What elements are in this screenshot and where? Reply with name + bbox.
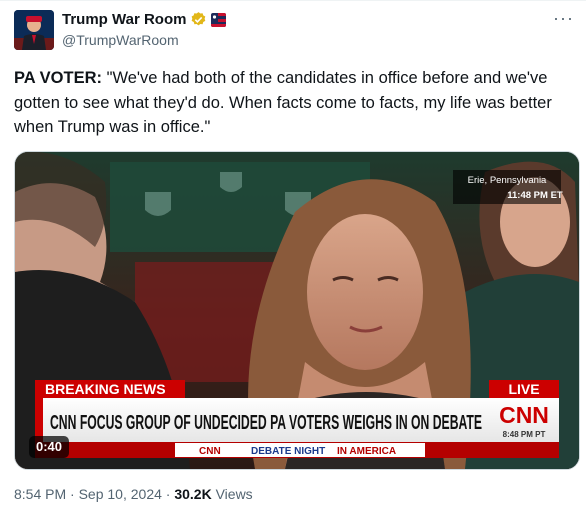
tweet-label: PA VOTER: <box>14 69 103 87</box>
cnn-logo-icon: CNN <box>499 402 549 428</box>
affiliate-badge-icon[interactable] <box>211 12 227 27</box>
meta-separator: · <box>66 486 79 502</box>
video-frame[interactable]: Erie, Pennsylvania 11:48 PM ET BREAKING … <box>15 152 579 469</box>
avatar[interactable] <box>14 10 54 50</box>
video-duration: 0:40 <box>36 439 62 454</box>
more-options-icon[interactable]: ··· <box>553 8 574 29</box>
meta-separator: · <box>161 486 175 502</box>
show-title-b: IN AMERICA <box>337 446 396 457</box>
tweet-time[interactable]: 8:54 PM <box>14 486 66 502</box>
views-label: Views <box>211 486 253 502</box>
tweet-text: PA VOTER: "We've had both of the candida… <box>14 66 580 140</box>
top-divider <box>0 0 586 1</box>
live-label: LIVE <box>508 381 539 397</box>
tweet-date[interactable]: Sep 10, 2024 <box>79 486 162 502</box>
tweet-header: Trump War Room @TrumpWarRoom ··· <box>14 8 574 52</box>
tweet-meta: 8:54 PM · Sep 10, 2024 · 30.2K Views <box>14 486 253 502</box>
display-name[interactable]: Trump War Room <box>62 10 186 29</box>
location-line2: 11:48 PM ET <box>507 190 563 201</box>
location-bug: Erie, Pennsylvania 11:48 PM ET <box>453 170 563 204</box>
show-title-a: DEBATE NIGHT <box>251 446 325 457</box>
show-network: CNN <box>199 446 221 457</box>
breaking-news-label: BREAKING NEWS <box>45 381 166 397</box>
location-line1: Erie, Pennsylvania <box>468 175 547 186</box>
headline-text: CNN FOCUS GROUP OF UNDECIDED PA VOTERS W… <box>50 412 482 434</box>
video-player[interactable]: Erie, Pennsylvania 11:48 PM ET BREAKING … <box>14 151 580 470</box>
views-count: 30.2K <box>174 486 212 502</box>
bug-time: 8:48 PM PT <box>503 430 546 439</box>
handle[interactable]: @TrumpWarRoom <box>62 31 226 49</box>
verified-gold-badge-icon <box>190 11 207 28</box>
